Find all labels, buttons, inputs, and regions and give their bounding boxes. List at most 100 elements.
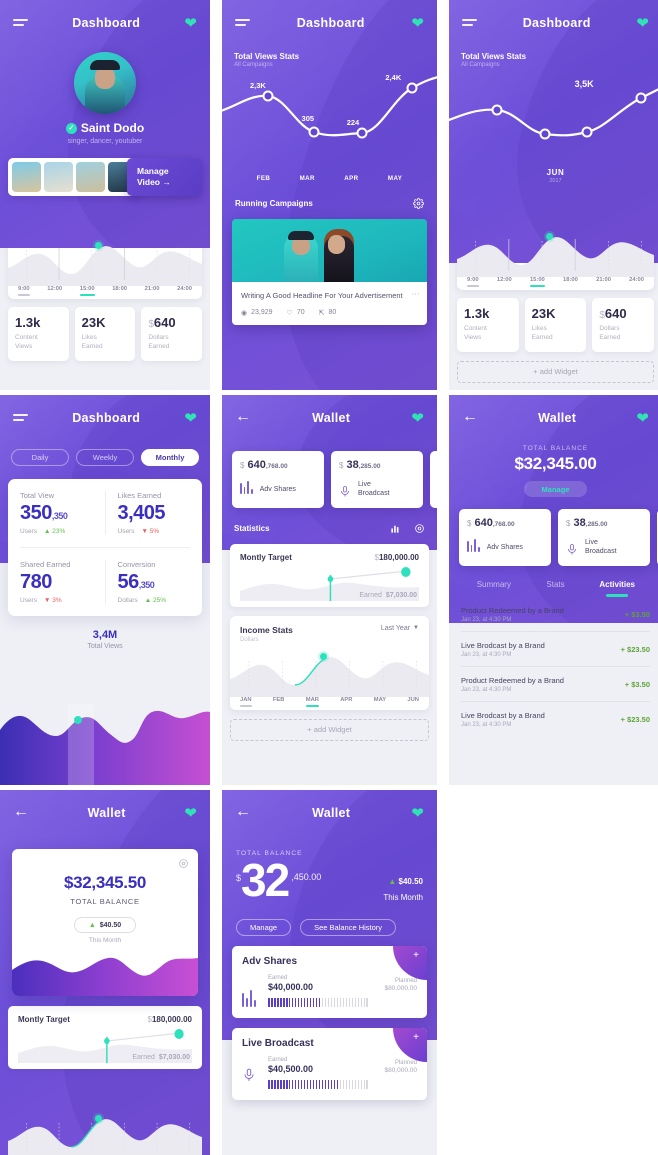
monthly-target-card: Montly Target $180,000.00 Earned $7,030.… [8,1006,202,1069]
wallet-action-buttons: Manage See Balance History [222,903,437,936]
plus-icon[interactable]: + [413,1032,419,1043]
hamburger-icon[interactable] [13,18,28,29]
delta-up-icon: ▲ [388,877,397,886]
campaign-card[interactable]: Writing A Good Headline For Your Adverti… [232,219,427,325]
activities-list: Product Redeemed by a Brand Jan 23, at 4:… [449,597,658,736]
screens-grid: Dashboard ❤ ✓ Saint Dodo singer, dancer,… [0,0,658,1155]
heart-icon[interactable]: ❤ [411,409,424,427]
tab-stats[interactable]: Stats [525,580,587,597]
heart-icon[interactable]: ❤ [411,804,424,822]
bar-chart-icon[interactable] [390,523,401,534]
wallet-card-adv-shares[interactable]: $ 640,768.00 Adv Shares [459,509,551,566]
video-thumbnails[interactable] [8,158,141,196]
heart-icon[interactable]: ❤ [184,804,197,822]
heart-icon[interactable]: ❤ [411,14,424,32]
manage-video-button[interactable]: Manage Video → [127,158,202,196]
arrow-left-icon[interactable]: ← [462,409,478,425]
plus-icon[interactable]: + [413,950,419,961]
heart-icon[interactable]: ❤ [636,409,649,427]
screen-wallet-activities: ← Wallet ❤ TOTAL BALANCE $32,345.00 Mana… [449,395,658,785]
video-thumb[interactable] [44,162,73,192]
wallet-card-next[interactable]: $ [430,451,437,508]
heart-icon[interactable]: ❤ [184,409,197,427]
axis-tick: 9:00 [18,286,30,296]
hamburger-icon[interactable] [462,18,477,29]
page-title: Wallet [312,411,351,425]
wallet-amount: 38 [573,517,586,529]
user-name: Saint Dodo [80,121,145,135]
heart-icon[interactable]: ❤ [184,14,197,32]
heart-icon[interactable]: ❤ [636,14,649,32]
monthly-target-chart: Earned $7,030.00 [18,1027,192,1063]
see-balance-history-button[interactable]: See Balance History [300,918,397,936]
axis-tick: MAR [299,175,315,182]
month-axis: FEB MAR APR MAY [222,175,437,182]
segment-daily[interactable]: Daily [11,449,69,466]
summary-unit: Users [117,528,135,535]
axis-tick: 15:00 [79,286,95,296]
delta-down-icon: ▼ 5% [141,528,160,535]
gear-icon[interactable] [414,523,425,534]
axis-tick: FEB [256,175,271,182]
activity-date: Jan 23, at 4:30 PM [461,686,512,693]
segment-monthly[interactable]: Monthly [141,449,199,466]
total-balance-block: TOTAL BALANCE $32,345.00 Manage [449,441,658,497]
gear-icon[interactable] [413,198,424,209]
section-title: Total Views Stats [461,52,527,61]
more-vertical-icon[interactable]: ⋮ [411,290,420,298]
wallet-card-live-broadcast[interactable]: $ 38,285.00 Live Broadcast [558,509,650,566]
top-bar: Dashboard ❤ [449,0,658,46]
income-range-dropdown[interactable]: Last Year▼ [381,625,419,632]
screen-dashboard-profile: Dashboard ❤ ✓ Saint Dodo singer, dancer,… [0,0,210,390]
tab-summary[interactable]: Summary [463,580,525,597]
hamburger-icon[interactable] [13,413,28,424]
activity-row[interactable]: Live Brodcast by a Brand Jan 23, at 4:30 … [461,632,650,667]
activity-date: Jan 23, at 4:30 PM [461,616,512,623]
hamburger-icon[interactable] [235,18,250,29]
activity-row[interactable]: Product Redeemed by a Brand Jan 23, at 4:… [461,597,650,632]
monthly-target-label: Montly Target [240,552,292,562]
video-thumb[interactable] [76,162,105,192]
page-title: Wallet [312,806,351,820]
tab-activities[interactable]: Activities [586,580,648,597]
gear-icon[interactable] [178,858,189,869]
wallet-amount-dec: ,768.00 [492,521,515,528]
point-label: 3,5K [574,78,594,89]
running-campaigns-header: Running Campaigns [222,182,437,209]
top-bar: ← Wallet ❤ [449,395,658,441]
segment-weekly[interactable]: Weekly [76,449,134,466]
monthly-target-value: 180,000.00 [378,552,419,562]
product-name: Adv Shares [242,955,298,967]
manage-button[interactable]: Manage [523,481,588,497]
add-widget-button[interactable]: + add Widget [457,360,654,383]
wallet-currency: $ [240,461,245,470]
summary-dec: ,350 [138,580,155,590]
arrow-left-icon[interactable]: ← [13,804,29,820]
activity-row[interactable]: Product Redeemed by a Brand Jan 23, at 4:… [461,667,650,702]
activity-row[interactable]: Live Brodcast by a Brand Jan 23, at 4:30 … [461,702,650,736]
monthly-target-value: 180,000.00 [151,1015,192,1024]
total-views-header: Total Views Stats All Campaigns [449,46,658,68]
arrow-left-icon[interactable]: ← [235,409,251,425]
tile-value: 640 [153,315,176,330]
product-card-adv-shares[interactable]: + Adv Shares Earned $40,000.00 Planned $… [232,945,427,1018]
top-bar: ← Wallet ❤ [0,790,210,836]
wallet-currency: $ [566,519,571,528]
product-card-live-broadcast[interactable]: + Live Broadcast Earned $40,500.00 Plann… [232,1027,427,1100]
wallet-currency: $ [467,519,472,528]
axis-tick: 9:00 [467,277,479,287]
tile-value: 23K [81,315,106,330]
wallet-card-adv-shares[interactable]: $ 640,768.00 Adv Shares [232,451,324,508]
income-stats-card: Income Stats Dollars Last Year▼ [230,615,429,710]
summary-delta: 3% [52,597,62,604]
manage-button[interactable]: Manage [236,918,292,936]
big-balance-block: TOTAL BALANCE $ 32 ,450.00 ▲ $40.50 This… [222,836,437,903]
earned-value: $40,000.00 [268,981,314,992]
axis-tick: JAN [240,696,252,707]
wallet-card-live-broadcast[interactable]: $ 38,285.00 Live Broadcast [331,451,423,508]
balance-value: $32,345.50 [63,873,147,892]
video-thumb[interactable] [12,162,41,192]
arrow-left-icon[interactable]: ← [235,804,251,820]
axis-tick: 12:00 [496,277,512,283]
add-widget-button[interactable]: + add Widget [230,718,429,741]
